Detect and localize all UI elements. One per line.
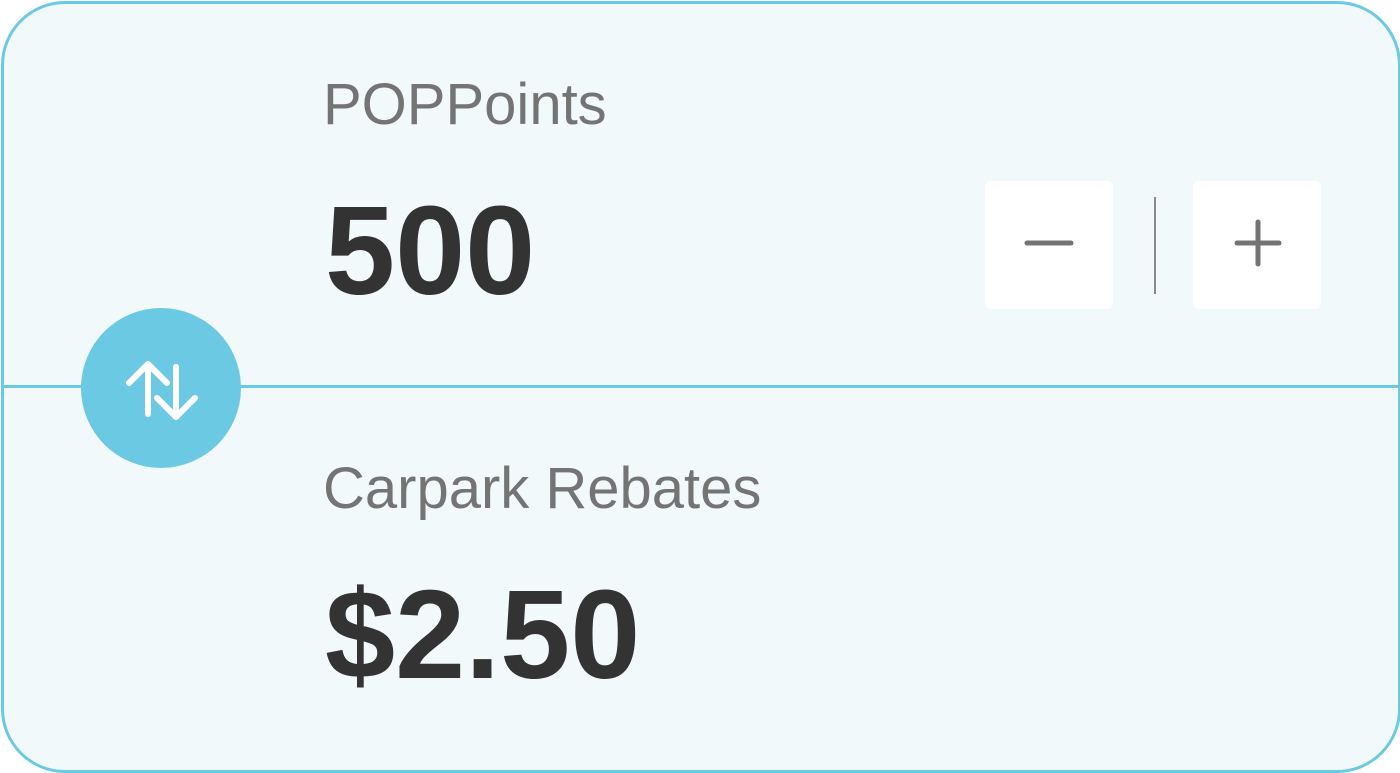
swap-vertical-arrows-icon [126, 361, 198, 420]
points-label: POPPoints [323, 72, 607, 137]
minus-icon [1024, 240, 1074, 246]
rebate-label: Carpark Rebates [323, 456, 762, 521]
points-conversion-card: POPPoints 500 Carpark Rebates $2.50 [1, 1, 1400, 773]
swap-button[interactable] [81, 308, 241, 468]
rebate-value: $2.50 [325, 564, 641, 705]
plus-icon [1234, 219, 1282, 267]
stepper-separator [1154, 197, 1156, 294]
increment-button[interactable] [1193, 181, 1321, 309]
decrement-button[interactable] [985, 181, 1113, 309]
points-value: 500 [325, 180, 536, 321]
